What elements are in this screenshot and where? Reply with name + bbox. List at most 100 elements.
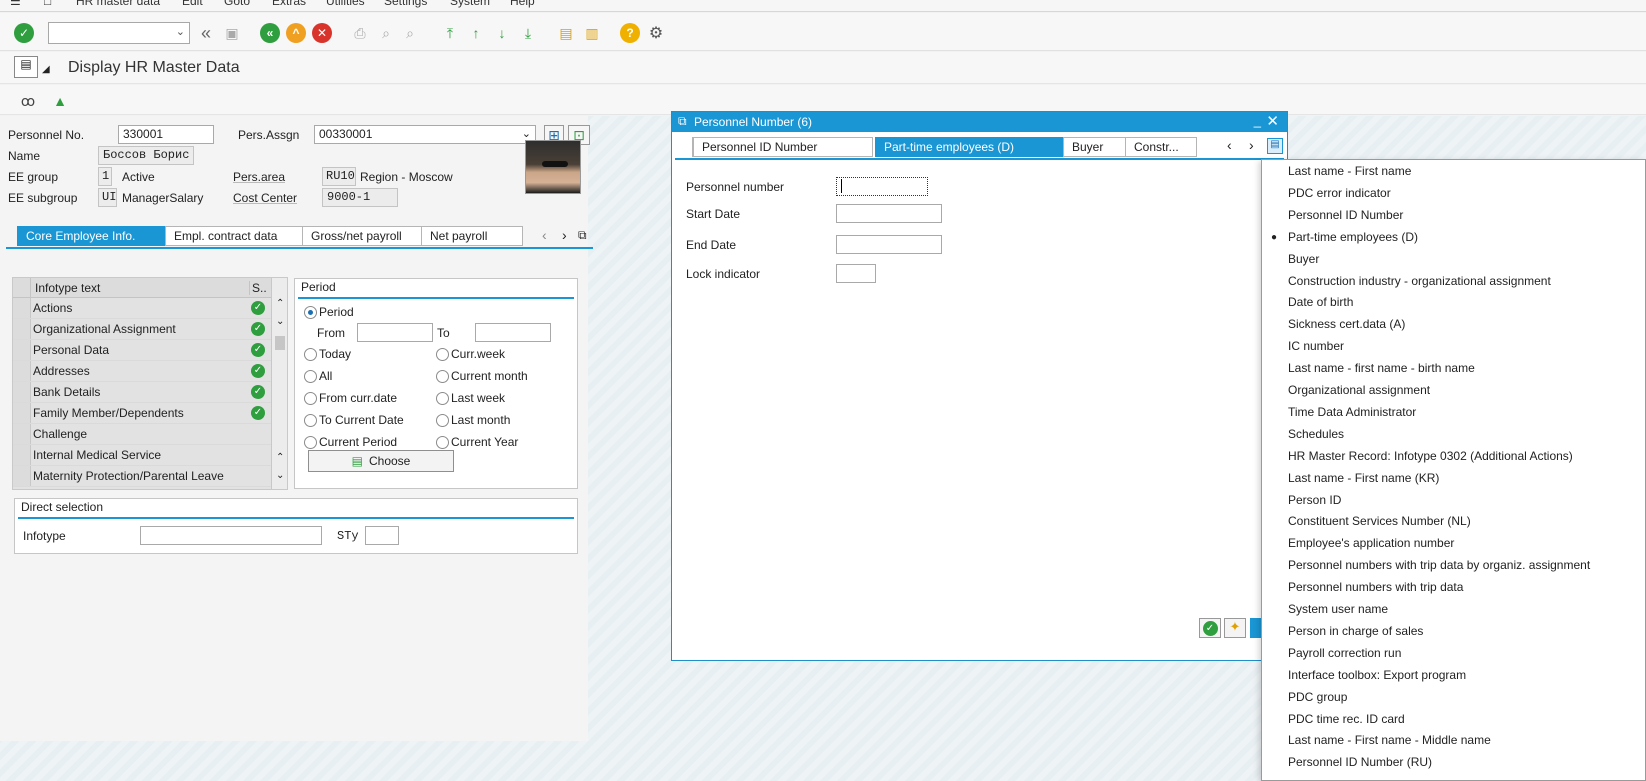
find-next-icon[interactable]: ⌕: [400, 23, 420, 43]
dropdown-item[interactable]: Organizational assignment: [1288, 383, 1430, 403]
dialog-search-button[interactable]: ✦: [1224, 618, 1246, 638]
start-date-input[interactable]: [836, 204, 942, 223]
row-selector[interactable]: [13, 466, 31, 486]
sty-input[interactable]: [365, 526, 399, 545]
dropdown-item[interactable]: Last name - First name: [1288, 164, 1411, 184]
help-icon[interactable]: ?: [620, 23, 640, 43]
row-selector[interactable]: [13, 403, 31, 423]
dropdown-item[interactable]: IC number: [1288, 339, 1344, 359]
table-row[interactable]: Family Member/Dependents ✓: [13, 403, 271, 424]
table-row[interactable]: Internal Medical Service: [13, 445, 271, 466]
radio-current-month[interactable]: [436, 370, 449, 383]
enter-check-icon[interactable]: ✓: [14, 23, 34, 43]
dropdown-item[interactable]: System user name: [1288, 602, 1388, 622]
dropdown-item[interactable]: Constituent Services Number (NL): [1288, 514, 1471, 534]
dropdown-item[interactable]: Schedules: [1288, 427, 1344, 447]
radio-current-year[interactable]: [436, 436, 449, 449]
tab-net-payroll[interactable]: Net payroll: [421, 226, 523, 246]
dropdown-item[interactable]: PDC group: [1288, 690, 1347, 710]
row-selector[interactable]: [13, 340, 31, 360]
lock-indicator-input[interactable]: [836, 264, 876, 283]
dropdown-item[interactable]: Last name - first name - birth name: [1288, 361, 1475, 381]
to-date-input[interactable]: [475, 323, 551, 342]
select-all-cell[interactable]: [13, 278, 31, 298]
chevron-left-icon[interactable]: ‹: [1227, 137, 1232, 153]
row-selector[interactable]: [13, 445, 31, 465]
col-infotype-text[interactable]: Infotype text: [35, 281, 100, 295]
choose-button[interactable]: ▤ Choose: [308, 450, 454, 472]
table-row[interactable]: Bank Details ✓: [13, 382, 271, 403]
dropdown-item[interactable]: Personnel numbers with trip data: [1288, 580, 1463, 600]
dialog-tab-buyer[interactable]: Buyer: [1063, 137, 1126, 157]
dialog-tab-part-time-employees[interactable]: Part-time employees (D): [875, 137, 1064, 157]
tab-gross-net-payroll[interactable]: Gross/net payroll: [302, 226, 422, 246]
end-date-input[interactable]: [836, 235, 942, 254]
gear-icon[interactable]: ⚙: [646, 23, 666, 43]
display-glasses-icon[interactable]: ꝏ: [18, 91, 38, 111]
dropdown-item[interactable]: Sickness cert.data (A): [1288, 317, 1405, 337]
tab-empl-contract-data[interactable]: Empl. contract data: [165, 226, 303, 246]
radio-current-period[interactable]: [304, 436, 317, 449]
chevron-down-icon[interactable]: ⌄: [176, 25, 185, 38]
chevron-right-icon[interactable]: ›: [1249, 137, 1254, 153]
next-page-icon[interactable]: ↓: [492, 23, 512, 43]
row-selector[interactable]: [13, 382, 31, 402]
menu-dropdown-icon[interactable]: ◢: [42, 64, 50, 75]
dropdown-item[interactable]: Personnel ID Number (RU): [1288, 755, 1432, 775]
cancel-icon[interactable]: ✕: [312, 23, 332, 43]
save-icon[interactable]: ▣: [222, 23, 242, 43]
dropdown-item[interactable]: Part-time employees (D): [1288, 230, 1418, 250]
table-row[interactable]: Organizational Assignment ✓: [13, 319, 271, 340]
create-session-icon[interactable]: ▤: [556, 23, 576, 43]
dropdown-item[interactable]: HR Master Record: Infotype 0302 (Additio…: [1288, 449, 1573, 469]
table-row[interactable]: Maternity Protection/Parental Leave: [13, 466, 271, 487]
dropdown-item[interactable]: PDC time rec. ID card: [1288, 712, 1405, 732]
menu-toggle-icon[interactable]: ▤: [14, 56, 38, 78]
overview-icon[interactable]: ▲: [50, 91, 70, 111]
col-status[interactable]: S..: [249, 281, 267, 295]
dropdown-item[interactable]: Personnel ID Number: [1288, 208, 1403, 228]
menu-item-edit[interactable]: Edit: [182, 0, 203, 8]
dropdown-item[interactable]: Last name - First name (KR): [1288, 471, 1439, 491]
radio-today[interactable]: [304, 348, 317, 361]
radio-period[interactable]: [304, 306, 317, 319]
back-icon[interactable]: «: [260, 23, 280, 43]
shortcut-icon[interactable]: ▥: [582, 23, 602, 43]
dropdown-item[interactable]: Time Data Administrator: [1288, 405, 1416, 425]
radio-from-curr-date[interactable]: [304, 392, 317, 405]
row-selector[interactable]: [13, 361, 31, 381]
personnel-no-field[interactable]: 330001: [118, 125, 214, 144]
from-date-input[interactable]: [357, 323, 433, 342]
infotype-input[interactable]: [140, 526, 322, 545]
radio-to-current-date[interactable]: [304, 414, 317, 427]
dropdown-item[interactable]: Person ID: [1288, 493, 1341, 513]
minimize-icon[interactable]: _: [1254, 113, 1261, 128]
menu-item-extras[interactable]: Extras: [272, 0, 306, 8]
table-row[interactable]: Actions ✓: [13, 298, 271, 319]
dropdown-item[interactable]: Person in charge of sales: [1288, 624, 1423, 644]
first-page-icon[interactable]: ⤒: [440, 23, 460, 43]
dropdown-item[interactable]: PDC error indicator: [1288, 186, 1391, 206]
radio-all[interactable]: [304, 370, 317, 383]
table-row[interactable]: Personal Data ✓: [13, 340, 271, 361]
dropdown-item[interactable]: Personnel numbers with trip data by orga…: [1288, 558, 1590, 578]
row-selector[interactable]: [13, 298, 31, 318]
table-row[interactable]: Challenge: [13, 424, 271, 445]
radio-last-month[interactable]: [436, 414, 449, 427]
dropdown-item[interactable]: Buyer: [1288, 252, 1319, 272]
row-selector[interactable]: [13, 319, 31, 339]
menu-item-goto[interactable]: Goto: [224, 0, 250, 8]
exit-icon[interactable]: ^: [286, 23, 306, 43]
dialog-continue-button[interactable]: ✓: [1199, 618, 1221, 638]
row-selector[interactable]: [13, 424, 31, 444]
tab-core-employee-info[interactable]: Core Employee Info.: [17, 226, 166, 246]
dropdown-item[interactable]: Last name - First name - Middle name: [1288, 733, 1491, 753]
last-page-icon[interactable]: ⤓: [518, 23, 538, 43]
personnel-number-input[interactable]: [836, 177, 928, 196]
previous-page-icon[interactable]: ↑: [466, 23, 486, 43]
tab-list-icon[interactable]: ⧉: [578, 228, 587, 243]
radio-curr-week[interactable]: [436, 348, 449, 361]
dropdown-item[interactable]: Date of birth: [1288, 295, 1353, 315]
table-row[interactable]: Addresses ✓: [13, 361, 271, 382]
scroll-thumb[interactable]: [275, 336, 285, 350]
